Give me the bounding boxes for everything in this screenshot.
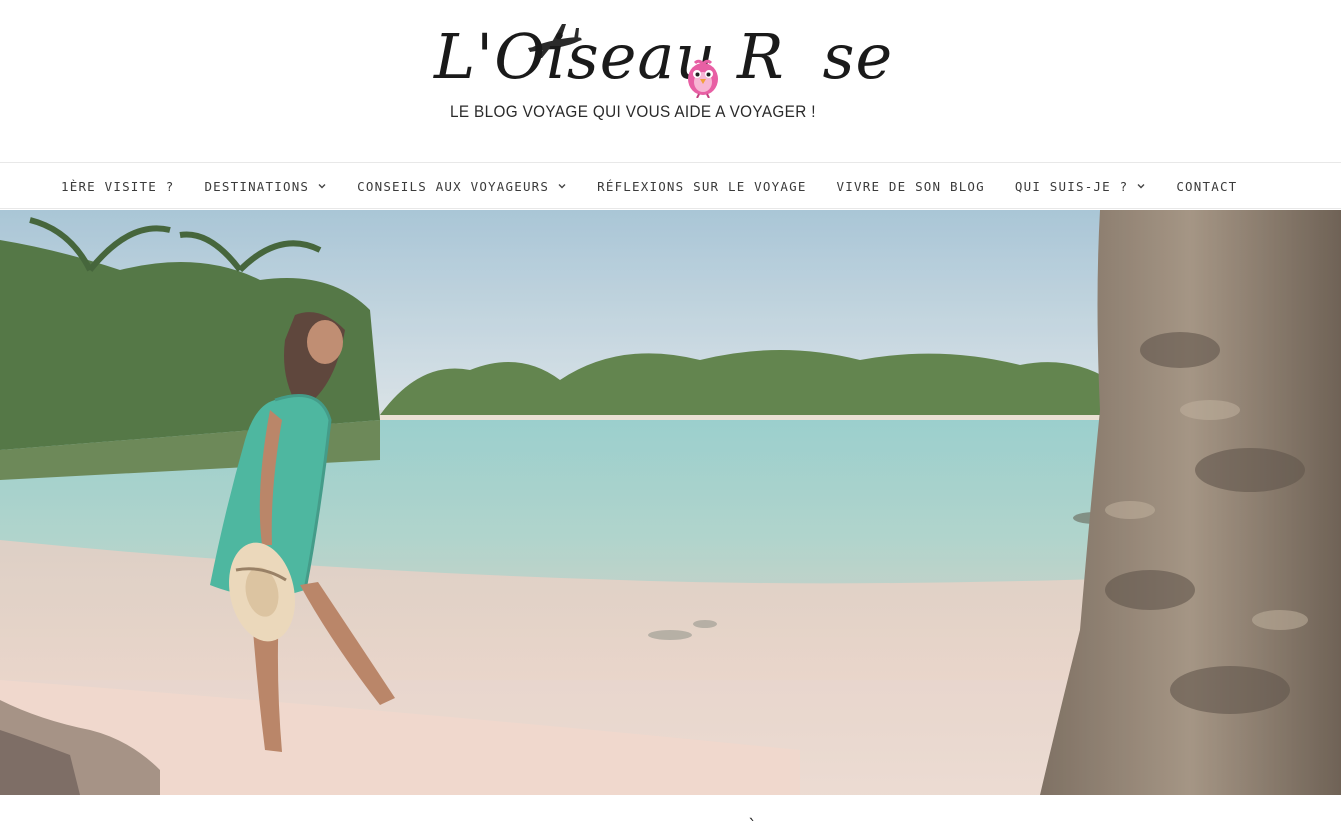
chevron-down-icon <box>318 184 326 189</box>
nav-item-label: Réflexions sur le voyage <box>597 178 807 194</box>
hero-beach-photo <box>0 210 1341 795</box>
nav-item-label: 1ère visite ? <box>61 178 175 194</box>
nav-item-label: Destinations <box>204 178 310 194</box>
hero-image[interactable] <box>0 210 1341 795</box>
nav-item-conseils[interactable]: Conseils aux voyageurs <box>357 179 567 194</box>
nav-item-label: Vivre de son blog <box>836 178 985 194</box>
chevron-down-icon <box>1137 184 1145 189</box>
nav-item-destinations[interactable]: Destinations <box>204 179 327 194</box>
site-logo[interactable]: L'Oiseau Rse LE BLOG VOYAGE QUI VOUS AID… <box>430 10 892 130</box>
nav-item-qui-suis-je[interactable]: Qui suis-je ? <box>1015 179 1146 194</box>
nav-item-vivre-blog[interactable]: Vivre de son blog <box>837 179 985 194</box>
logo-tagline: LE BLOG VOYAGE QUI VOUS AIDE A VOYAGER ! <box>450 102 816 121</box>
nav-menu: 1ère visite ? Destinations Conseils aux … <box>61 163 1267 209</box>
main-navigation: 1ère visite ? Destinations Conseils aux … <box>0 162 1341 209</box>
post-content-area <box>0 795 1341 831</box>
nav-item-contact[interactable]: Contact <box>1176 179 1237 194</box>
site-header: L'Oiseau Rse LE BLOG VOYAGE QUI VOUS AID… <box>0 0 1341 162</box>
nav-item-label: Contact <box>1176 178 1238 194</box>
pink-bird-icon <box>688 59 718 98</box>
chevron-down-icon <box>558 184 566 189</box>
nav-item-label: Qui suis-je ? <box>1014 178 1129 194</box>
nav-item-premiere-visite[interactable]: 1ère visite ? <box>61 179 174 194</box>
logo-title: L'Oiseau Rse <box>434 20 894 93</box>
nav-item-label: Conseils aux voyageurs <box>357 178 550 194</box>
post-title-peek: ` <box>748 816 757 837</box>
nav-item-reflexions[interactable]: Réflexions sur le voyage <box>597 179 806 194</box>
